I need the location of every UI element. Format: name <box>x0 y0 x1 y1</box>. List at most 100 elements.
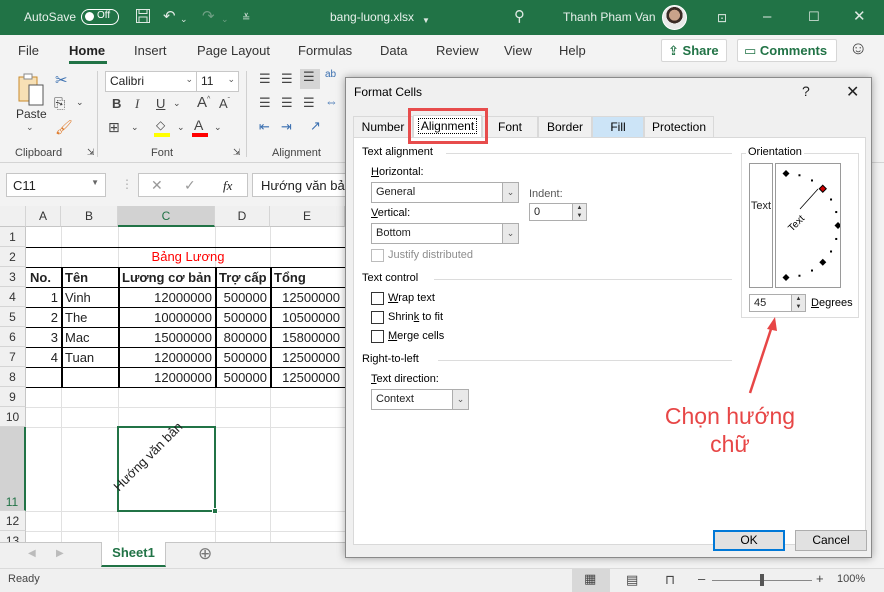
clipboard-launcher-icon[interactable]: ⇲ <box>87 147 95 158</box>
dial-marker[interactable] <box>798 274 801 277</box>
row-header[interactable]: 10 <box>0 407 26 427</box>
autosave-toggle[interactable]: Off <box>81 9 119 25</box>
customize-qat-icon[interactable]: ≚ <box>242 10 250 28</box>
dial-marker[interactable] <box>798 174 801 177</box>
merge-cells-label[interactable]: Merge cells <box>388 330 444 342</box>
confirm-entry-icon[interactable]: ✓ <box>184 177 196 194</box>
row-header[interactable]: 3 <box>0 267 26 287</box>
insert-function-icon[interactable]: fx <box>223 178 232 194</box>
font-launcher-icon[interactable]: ⇲ <box>233 147 241 158</box>
selected-cell-c11[interactable]: Hướng văn bản <box>110 419 216 512</box>
cancel-button[interactable]: Cancel <box>795 530 867 551</box>
italic-icon[interactable]: I <box>135 96 139 112</box>
cell-allowance[interactable]: 500000 <box>216 308 270 328</box>
table-header[interactable]: No. <box>27 268 61 288</box>
tab-data[interactable]: Data <box>380 43 407 58</box>
undo-icon[interactable]: ↶ <box>163 8 176 26</box>
merge-cells-checkbox[interactable] <box>371 330 384 343</box>
cell-name[interactable]: Mac <box>62 328 118 348</box>
font-name-select[interactable]: Calibri ⌄ <box>105 71 197 92</box>
align-bottom-icon[interactable]: ☰ <box>300 69 320 89</box>
spreadsheet-grid[interactable]: A B C D E 1 2 3 4 5 6 7 8 9 10 11 12 13 … <box>0 206 350 542</box>
cell-base-salary[interactable]: 12000000 <box>119 348 215 368</box>
cell-total[interactable]: 12500000 <box>271 368 343 388</box>
spinner-arrows-icon[interactable]: ▲ ▼ <box>791 295 805 311</box>
tab-fill[interactable]: Fill <box>592 116 644 137</box>
cell-no[interactable]: 2 <box>27 308 61 328</box>
dial-marker[interactable] <box>782 170 790 177</box>
align-top-icon[interactable]: ☰ <box>259 71 271 87</box>
share-button[interactable]: ⇪ Share <box>661 39 727 62</box>
column-header[interactable]: E <box>270 206 345 227</box>
row-header[interactable]: 8 <box>0 367 26 387</box>
degrees-spinner[interactable]: 45 ▲ ▼ <box>749 294 806 312</box>
scroll-tabs-left-icon[interactable]: ◀ <box>28 548 36 559</box>
dial-selected-marker[interactable] <box>818 184 827 193</box>
sheet-title-cell[interactable]: Bảng Lương <box>26 247 350 267</box>
tab-font[interactable]: Font <box>482 116 538 137</box>
sheet-tab-sheet1[interactable]: Sheet1 <box>101 542 166 567</box>
copy-icon[interactable]: ⎘ <box>54 95 65 112</box>
vertical-text-button[interactable]: Text <box>749 163 773 288</box>
column-header[interactable]: A <box>26 206 61 227</box>
font-color-icon[interactable]: A <box>191 117 209 137</box>
merge-center-icon[interactable]: ⇔ <box>325 94 338 109</box>
tab-view[interactable]: View <box>504 43 532 58</box>
zoom-level[interactable]: 100% <box>837 573 865 585</box>
formula-input[interactable]: Hướng văn bản <box>252 173 352 197</box>
comments-button[interactable]: ▭ Comments <box>737 39 837 62</box>
wrap-text-label[interactable]: Wrap text <box>388 292 435 304</box>
cell-no[interactable]: 3 <box>27 328 61 348</box>
decrease-indent-icon[interactable]: ⇤ <box>259 119 270 135</box>
cancel-entry-icon[interactable]: ✕ <box>151 177 163 194</box>
cell-allowance[interactable]: 800000 <box>216 328 270 348</box>
bold-icon[interactable]: B <box>112 96 121 111</box>
tab-page-layout[interactable]: Page Layout <box>197 43 270 58</box>
dial-marker[interactable] <box>830 198 833 201</box>
fill-color-icon[interactable]: ◇ <box>153 118 171 137</box>
cell-total[interactable]: 10500000 <box>271 308 343 328</box>
indent-spinner[interactable]: 0 ▲ ▼ <box>529 203 587 221</box>
paste-dropdown-icon[interactable]: ⌄ <box>26 122 34 133</box>
select-all-corner[interactable] <box>0 206 26 227</box>
align-center-icon[interactable]: ☰ <box>281 95 293 111</box>
tab-number[interactable]: Number <box>353 116 413 137</box>
table-header[interactable]: Tổng <box>271 268 350 288</box>
cell-name[interactable]: Tuan <box>62 348 118 368</box>
normal-view-button[interactable]: ▦ <box>572 569 610 592</box>
row-header[interactable]: 11 <box>0 427 26 511</box>
dial-marker[interactable] <box>835 211 838 214</box>
dial-marker[interactable] <box>830 250 833 253</box>
cell-allowance[interactable]: 500000 <box>216 348 270 368</box>
dial-marker[interactable] <box>782 274 790 281</box>
shrink-to-fit-label[interactable]: Shrink to fit <box>388 311 443 323</box>
tab-file[interactable]: File <box>18 43 39 58</box>
orientation-dial[interactable]: Text <box>775 163 842 288</box>
tab-home[interactable]: Home <box>69 43 105 58</box>
tab-help[interactable]: Help <box>559 43 586 58</box>
file-name[interactable]: bang-luong.xlsx <box>330 10 414 24</box>
page-break-view-icon[interactable]: ⊓ <box>665 572 675 588</box>
row-header[interactable]: 5 <box>0 307 26 327</box>
tab-formulas[interactable]: Formulas <box>298 43 352 58</box>
underline-dropdown-icon[interactable]: ⌄ <box>173 98 181 109</box>
table-header[interactable]: Trợ cấp <box>216 268 270 288</box>
align-middle-icon[interactable]: ☰ <box>281 71 293 87</box>
minimize-icon[interactable]: – <box>763 8 771 26</box>
ok-button[interactable]: OK <box>713 530 785 551</box>
cell-total[interactable]: 12500000 <box>271 348 343 368</box>
row-header[interactable]: 12 <box>0 511 26 531</box>
filename-dropdown-icon[interactable]: ▼ <box>422 12 430 30</box>
copy-dropdown-icon[interactable]: ⌄ <box>76 97 84 108</box>
undo-dropdown-icon[interactable]: ⌄ <box>180 10 188 28</box>
avatar[interactable] <box>662 5 687 30</box>
cell-name[interactable]: The <box>62 308 118 328</box>
text-direction-select[interactable]: Context ⌄ <box>371 389 469 410</box>
cell-no[interactable]: 4 <box>27 348 61 368</box>
dial-marker[interactable] <box>811 269 813 272</box>
row-header[interactable]: 4 <box>0 287 26 307</box>
dial-marker[interactable] <box>834 222 842 229</box>
dial-marker[interactable] <box>811 179 813 182</box>
close-icon[interactable]: ✕ <box>853 8 866 26</box>
paste-label[interactable]: Paste <box>16 107 47 121</box>
